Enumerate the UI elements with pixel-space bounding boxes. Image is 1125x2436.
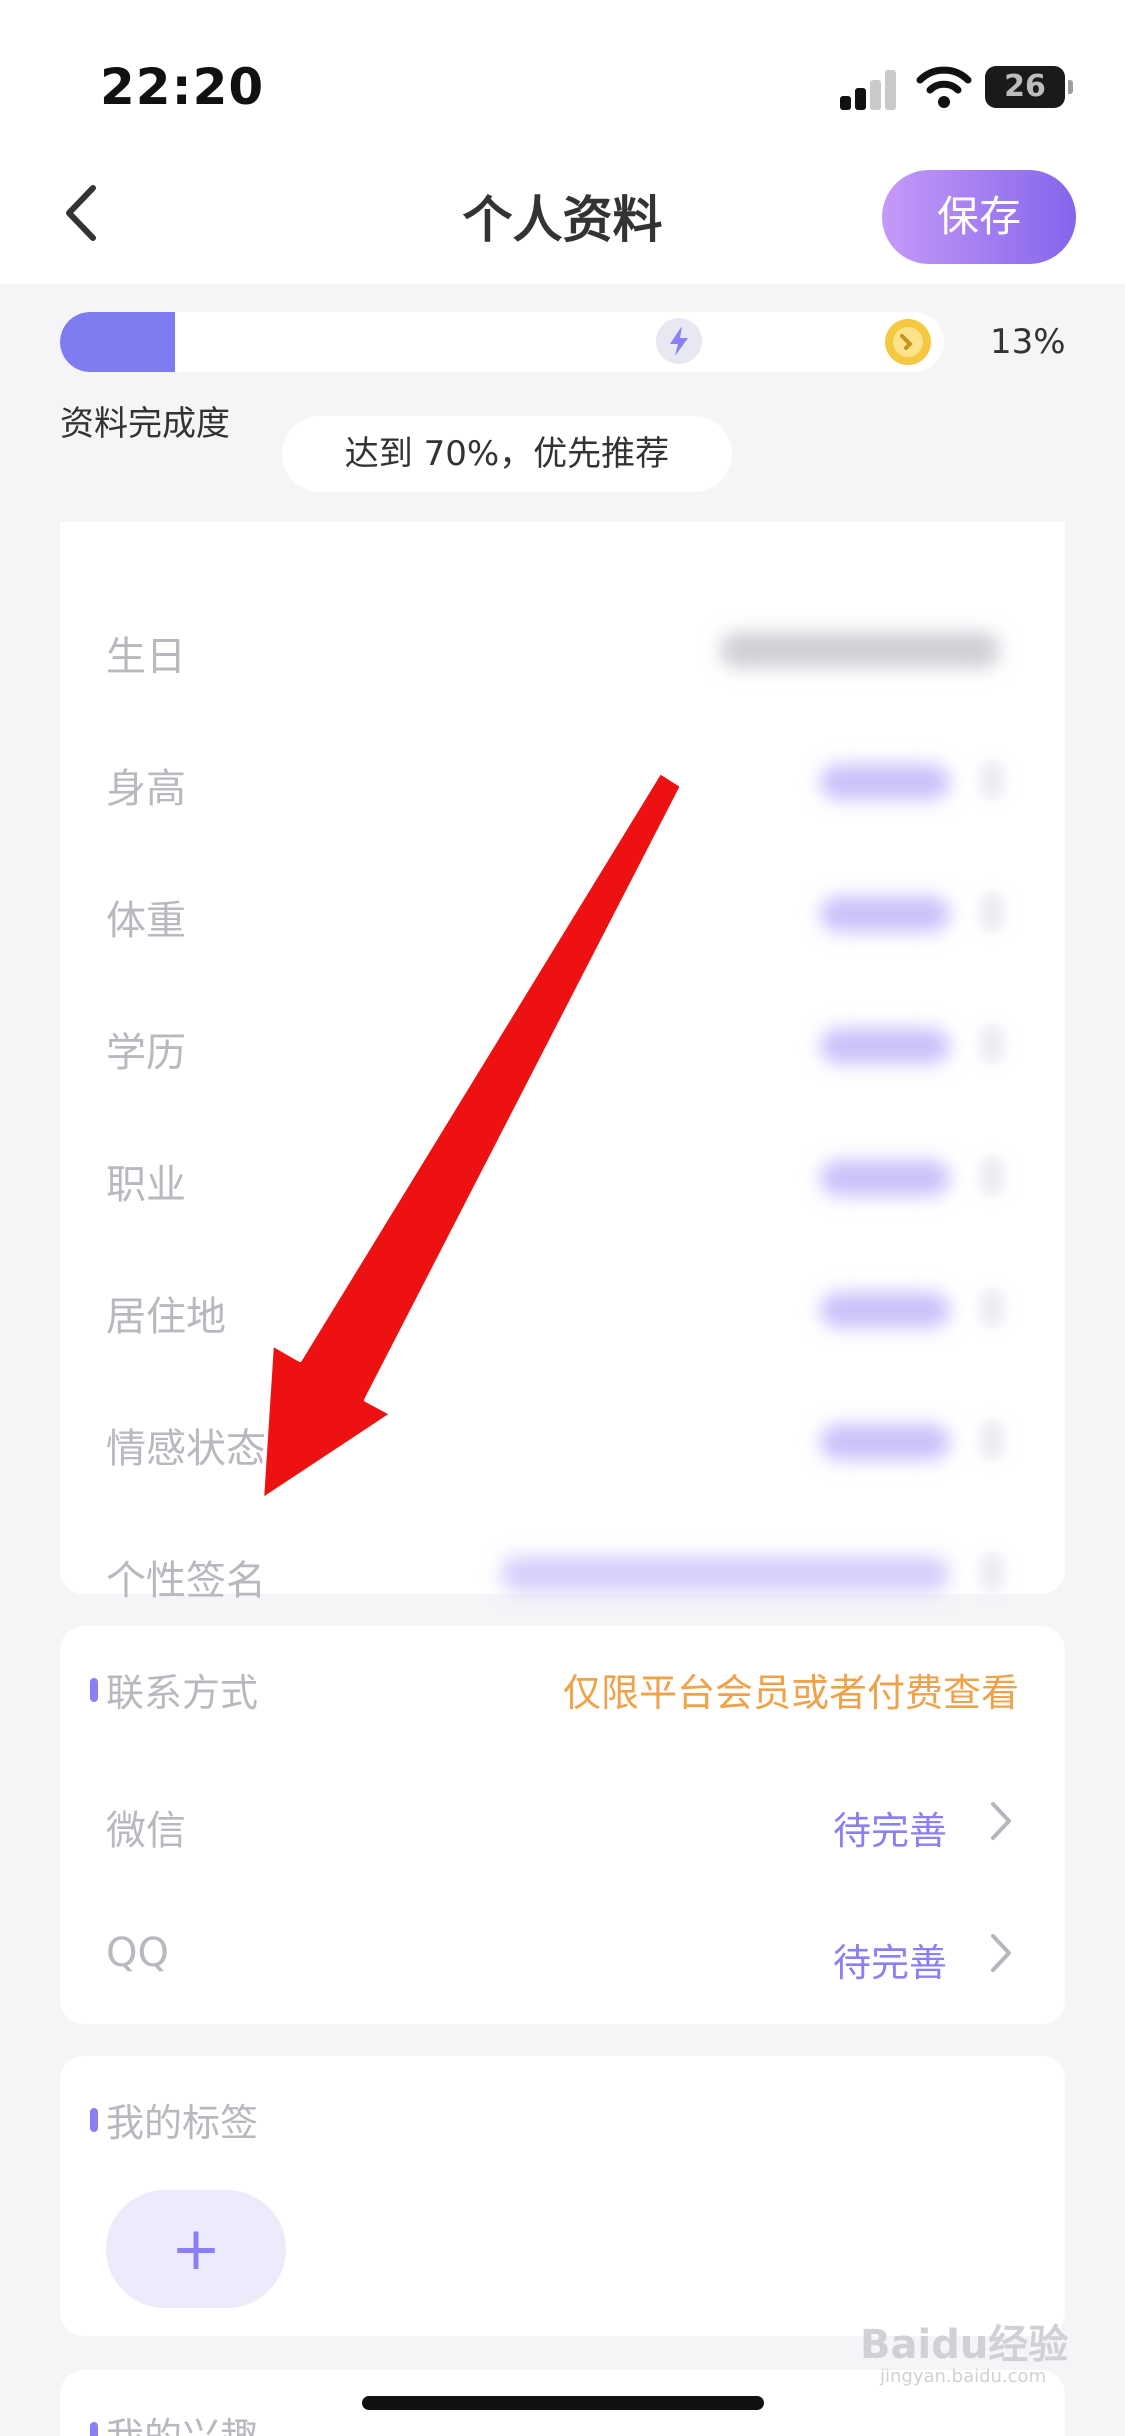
field-label: 个性签名: [106, 1558, 266, 1604]
chevron-right-icon: [980, 1290, 1004, 1326]
chevron-right-icon: [991, 1802, 1011, 1840]
profile-info-card: 生日 身高 体重 学历 职业 居住地 情感状态 个性签名: [60, 522, 1065, 1604]
field-label: 职业: [106, 1162, 186, 1208]
contact-value: 待完善: [832, 1809, 947, 1853]
field-row-height[interactable]: 身高: [60, 734, 1065, 824]
field-row-relationship[interactable]: 情感状态: [60, 1394, 1065, 1484]
lightning-icon: [656, 318, 702, 364]
interests-section-title: 我的兴趣: [106, 2406, 258, 2436]
chevron-right-icon: [980, 1554, 1004, 1590]
chevron-right-icon: [991, 1934, 1011, 1972]
top-bar: 22:20 26 个人资料 保存: [0, 0, 1125, 284]
field-row-birthday[interactable]: 生日: [60, 602, 1065, 692]
add-tag-button[interactable]: +: [106, 2190, 286, 2308]
field-row-residence[interactable]: 居住地: [60, 1262, 1065, 1352]
save-button[interactable]: 保存: [882, 170, 1076, 264]
chevron-right-icon: [980, 1422, 1004, 1458]
field-value-blurred: [820, 1424, 950, 1460]
field-row-signature[interactable]: 个性签名: [60, 1526, 1065, 1616]
baidu-watermark: Baidu经验: [860, 2322, 1069, 2368]
field-value-blurred: [820, 1292, 950, 1328]
baidu-watermark-url: jingyan.baidu.com: [880, 2366, 1047, 2387]
battery-icon: 26: [985, 66, 1073, 108]
field-value-blurred: [820, 764, 950, 800]
completion-progress-fill: [60, 312, 175, 372]
section-accent-bar: [90, 1678, 98, 1702]
cellular-signal-icon: [840, 68, 898, 110]
contact-label: QQ: [106, 1930, 169, 1976]
field-label: 体重: [106, 898, 186, 944]
field-label: 居住地: [106, 1294, 226, 1340]
field-value-blurred: [820, 1160, 950, 1196]
field-value-blurred: [820, 1028, 950, 1064]
field-row-education[interactable]: 学历: [60, 998, 1065, 1088]
chevron-right-icon: [980, 762, 1004, 798]
field-value-blurred: [720, 632, 1000, 668]
contact-visibility-note: 仅限平台会员或者付费查看: [562, 1671, 1019, 1715]
completion-percent: 13%: [990, 322, 1066, 362]
section-accent-bar: [90, 2108, 98, 2132]
field-label: 身高: [106, 766, 186, 812]
completion-progress-bar: [60, 312, 944, 372]
coin-icon: [885, 319, 931, 365]
contact-row-qq[interactable]: QQ 待完善: [60, 1908, 1065, 1998]
field-row-weight[interactable]: 体重: [60, 866, 1065, 956]
field-label: 生日: [106, 634, 186, 680]
chevron-right-icon: [980, 1158, 1004, 1194]
contact-label: 微信: [106, 1808, 186, 1854]
home-indicator: [362, 2396, 764, 2410]
contact-card: 联系方式 仅限平台会员或者付费查看 微信 待完善 QQ 待完善: [60, 1626, 1065, 2024]
chevron-right-icon: [980, 1026, 1004, 1062]
wifi-icon: [916, 66, 972, 108]
contact-row-wechat[interactable]: 微信 待完善: [60, 1776, 1065, 1866]
tags-card: 我的标签 +: [60, 2056, 1065, 2336]
section-accent-bar: [90, 2422, 98, 2436]
status-time: 22:20: [100, 58, 265, 116]
chevron-right-icon: [980, 894, 1004, 930]
completion-label: 资料完成度: [60, 404, 230, 444]
field-value-blurred: [820, 896, 950, 932]
recommend-tip: 达到 70%，优先推荐: [282, 416, 732, 492]
tags-section-title: 我的标签: [106, 2101, 259, 2145]
field-label: 情感状态: [106, 1426, 266, 1472]
field-row-occupation[interactable]: 职业: [60, 1130, 1065, 1220]
contact-value: 待完善: [832, 1941, 947, 1985]
field-label: 学历: [106, 1030, 186, 1076]
contact-section-title: 联系方式: [106, 1671, 259, 1715]
field-value-blurred: [500, 1556, 950, 1592]
